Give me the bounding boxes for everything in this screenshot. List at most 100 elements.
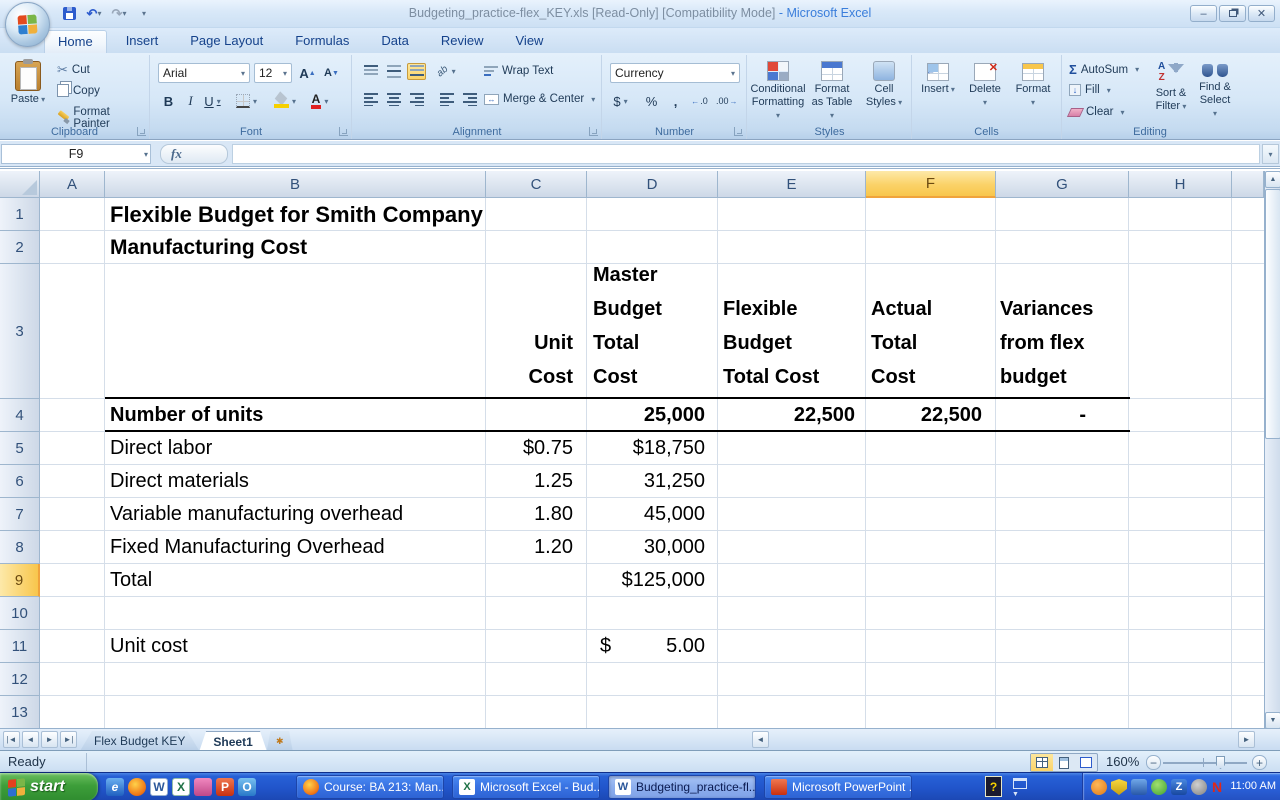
cell-d8[interactable]: 30,000 bbox=[587, 531, 705, 564]
number-dialog-launcher[interactable] bbox=[734, 127, 743, 136]
align-left-button[interactable] bbox=[361, 91, 380, 108]
decrease-indent-button[interactable] bbox=[437, 91, 456, 108]
cell-b4[interactable]: Number of units bbox=[110, 399, 480, 432]
column-header-c[interactable]: C bbox=[486, 171, 587, 198]
help-tray-icon[interactable]: ? bbox=[985, 776, 1002, 797]
cell-d5[interactable]: $18,750 bbox=[587, 432, 705, 465]
firefox-icon[interactable] bbox=[128, 778, 146, 796]
cell-styles-button[interactable]: Cell Styles bbox=[860, 59, 908, 111]
align-center-button[interactable] bbox=[384, 91, 403, 108]
font-color-button[interactable]: A bbox=[309, 91, 330, 111]
align-middle-button[interactable] bbox=[384, 63, 403, 80]
cell-c3[interactable]: Unit Cost bbox=[486, 264, 573, 399]
cell-c8[interactable]: 1.20 bbox=[486, 531, 573, 564]
grow-font-button[interactable]: A▲ bbox=[297, 63, 318, 83]
name-box[interactable]: F9▾ bbox=[1, 144, 151, 164]
column-header-f[interactable]: F bbox=[866, 171, 996, 198]
task-button-excel[interactable]: X Microsoft Excel - Bud... bbox=[452, 775, 600, 799]
expand-formula-bar-button[interactable]: ▾ bbox=[1262, 144, 1279, 164]
internet-explorer-icon[interactable]: e bbox=[106, 778, 124, 796]
format-as-table-button[interactable]: Format as Table bbox=[806, 59, 858, 125]
page-layout-view-button[interactable] bbox=[1053, 754, 1075, 771]
restore-button[interactable] bbox=[1219, 5, 1246, 22]
number-format-select[interactable]: Currency▾ bbox=[610, 63, 740, 83]
office-button[interactable] bbox=[5, 2, 50, 47]
tab-page-layout[interactable]: Page Layout bbox=[177, 30, 276, 53]
previous-sheet-button[interactable]: ◄ bbox=[22, 731, 39, 748]
tab-data[interactable]: Data bbox=[368, 30, 421, 53]
task-button-powerpoint[interactable]: Microsoft PowerPoint ... bbox=[764, 775, 912, 799]
tab-review[interactable]: Review bbox=[428, 30, 497, 53]
tab-formulas[interactable]: Formulas bbox=[282, 30, 362, 53]
minimize-button[interactable]: – bbox=[1190, 5, 1217, 22]
excel-icon[interactable]: X bbox=[172, 778, 190, 796]
cell-b8[interactable]: Fixed Manufacturing Overhead bbox=[110, 531, 480, 564]
cell-b9[interactable]: Total bbox=[110, 564, 480, 597]
autosum-button[interactable]: ΣAutoSum bbox=[1066, 61, 1142, 78]
insert-function-button[interactable]: fx bbox=[160, 144, 228, 164]
row-header-12[interactable]: 12 bbox=[0, 663, 40, 696]
cell-f4[interactable]: 22,500 bbox=[866, 399, 982, 432]
undo-button[interactable]: ↶▾ bbox=[83, 4, 105, 23]
cell-b1[interactable]: Flexible Budget for Smith Company bbox=[110, 198, 710, 231]
task-button-word[interactable]: W Budgeting_practice-fl... bbox=[608, 775, 756, 799]
fill-color-button[interactable] bbox=[273, 91, 297, 111]
decrease-decimal-button[interactable]: .00→ bbox=[715, 91, 739, 111]
font-name-select[interactable]: Arial▾ bbox=[158, 63, 250, 83]
messenger-tray-icon[interactable] bbox=[1091, 779, 1107, 795]
cell-d3[interactable]: Master Budget Total Cost bbox=[593, 264, 718, 399]
vertical-scrollbar[interactable]: ▲ ▼ bbox=[1264, 171, 1280, 729]
orientation-button[interactable]: ab bbox=[437, 63, 456, 80]
font-dialog-launcher[interactable] bbox=[339, 127, 348, 136]
cell-g4[interactable]: - bbox=[996, 399, 1086, 432]
sheet-tab-sheet1[interactable]: Sheet1 bbox=[199, 731, 266, 751]
tab-view[interactable]: View bbox=[503, 30, 557, 53]
format-cells-button[interactable]: Format bbox=[1010, 61, 1056, 111]
insert-cells-button[interactable]: Insert bbox=[916, 61, 960, 98]
italic-button[interactable]: I bbox=[180, 91, 201, 111]
column-header-e[interactable]: E bbox=[718, 171, 866, 198]
hscroll-right-button[interactable]: ► bbox=[1238, 731, 1255, 748]
cell-e4[interactable]: 22,500 bbox=[718, 399, 855, 432]
outlook-icon[interactable]: O bbox=[238, 778, 256, 796]
cell-d11-currency[interactable]: $ bbox=[600, 630, 630, 663]
row-header-5[interactable]: 5 bbox=[0, 432, 40, 465]
zoom-slider-thumb[interactable] bbox=[1216, 756, 1225, 769]
tools-tray-icon[interactable] bbox=[1131, 779, 1147, 795]
underline-button[interactable]: U bbox=[202, 91, 223, 111]
accounting-format-button[interactable]: $ bbox=[610, 91, 631, 111]
cell-f3[interactable]: Actual Total Cost bbox=[871, 264, 996, 399]
messenger-icon[interactable] bbox=[194, 778, 212, 796]
zonealarm-tray-icon[interactable]: Z bbox=[1171, 779, 1187, 795]
row-header-4[interactable]: 4 bbox=[0, 399, 40, 432]
cell-c6[interactable]: 1.25 bbox=[486, 465, 573, 498]
cell-c7[interactable]: 1.80 bbox=[486, 498, 573, 531]
norton-tray-icon[interactable]: N bbox=[1209, 779, 1225, 795]
row-header-8[interactable]: 8 bbox=[0, 531, 40, 564]
word-icon[interactable]: W bbox=[150, 778, 168, 796]
powerpoint-icon[interactable]: P bbox=[216, 778, 234, 796]
column-header-b[interactable]: B bbox=[105, 171, 486, 198]
window-tray-icon[interactable] bbox=[1013, 778, 1027, 789]
clipboard-dialog-launcher[interactable] bbox=[137, 127, 146, 136]
paste-button[interactable]: Paste bbox=[6, 59, 50, 108]
find-select-button[interactable]: Find & Select bbox=[1194, 59, 1236, 123]
column-header-d[interactable]: D bbox=[587, 171, 718, 198]
cell-b6[interactable]: Direct materials bbox=[110, 465, 480, 498]
scroll-down-button[interactable]: ▼ bbox=[1265, 712, 1280, 729]
comma-style-button[interactable]: , bbox=[665, 91, 686, 111]
hscroll-left-button[interactable]: ◄ bbox=[752, 731, 769, 748]
row-header-6[interactable]: 6 bbox=[0, 465, 40, 498]
page-break-view-button[interactable] bbox=[1075, 754, 1097, 771]
row-header-10[interactable]: 10 bbox=[0, 597, 40, 630]
row-header-1[interactable]: 1 bbox=[0, 198, 40, 231]
align-right-button[interactable] bbox=[407, 91, 426, 108]
cell-d6[interactable]: 31,250 bbox=[587, 465, 705, 498]
align-bottom-button[interactable] bbox=[407, 63, 426, 80]
cell-c5[interactable]: $0.75 bbox=[486, 432, 573, 465]
column-header-g[interactable]: G bbox=[996, 171, 1129, 198]
bold-button[interactable]: B bbox=[158, 91, 179, 111]
cell-d9[interactable]: $125,000 bbox=[587, 564, 705, 597]
first-sheet-button[interactable]: |◄ bbox=[3, 731, 20, 748]
normal-view-button[interactable] bbox=[1031, 754, 1053, 771]
